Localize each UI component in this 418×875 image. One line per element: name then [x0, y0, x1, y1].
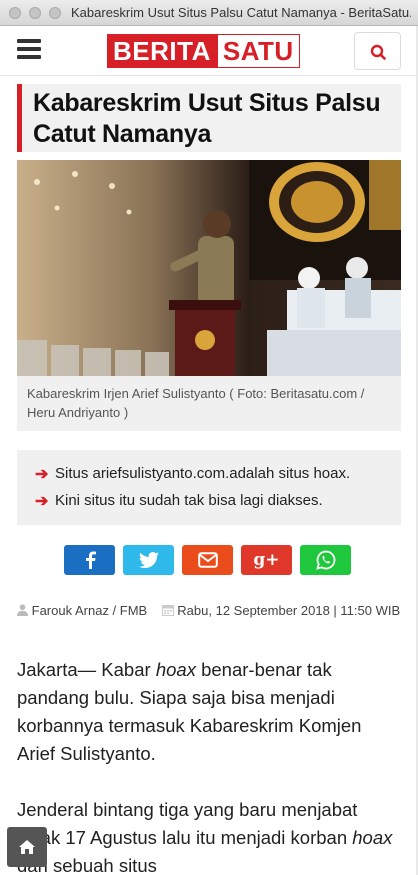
article-date: Rabu, 12 September 2018 | 11:50 WIB: [177, 603, 401, 618]
facebook-icon: [85, 551, 96, 569]
article-paragraph: Jenderal bintang tiga yang baru menjabat…: [17, 796, 401, 875]
window-controls: [9, 6, 61, 19]
home-icon: [19, 840, 35, 854]
share-whatsapp-button[interactable]: [300, 545, 351, 575]
search-button[interactable]: [354, 32, 401, 70]
window-titlebar: Kabareskrim Usut Situs Palsu Catut Naman…: [0, 0, 418, 26]
search-icon: [370, 44, 386, 60]
maximize-window-button[interactable]: [49, 6, 61, 19]
hamburger-icon[interactable]: [17, 39, 41, 59]
article-body: Jakarta— Kabar hoax benar-benar tak pand…: [17, 656, 401, 875]
paragraph-text: Jenderal bintang tiga yang baru menjabat…: [17, 799, 358, 848]
google-plus-icon: g+: [253, 550, 280, 570]
close-window-button[interactable]: [9, 6, 21, 19]
whatsapp-icon: [315, 550, 335, 570]
minimize-window-button[interactable]: [29, 6, 41, 19]
home-button[interactable]: [7, 827, 47, 867]
twitter-icon: [138, 552, 159, 568]
highlight-item: ➔ Situs ariefsulistyanto.com.adalah situ…: [35, 460, 401, 487]
article-title-block: Kabareskrim Usut Situs Palsu Catut Naman…: [17, 84, 401, 152]
share-email-button[interactable]: [182, 545, 233, 575]
site-logo[interactable]: BERITA SATU: [107, 34, 300, 68]
emphasis-text: hoax: [352, 827, 393, 848]
highlight-text: Kini situs itu sudah tak bisa lagi diaks…: [55, 492, 323, 509]
arrow-right-icon: ➔: [35, 465, 49, 483]
logo-text-satu: SATU: [216, 34, 300, 68]
article-highlights: ➔ Situs ariefsulistyanto.com.adalah situ…: [17, 450, 401, 525]
envelope-icon: [197, 552, 218, 568]
article-author[interactable]: Farouk Arnaz / FMB: [32, 603, 148, 618]
share-google-plus-button[interactable]: g+: [241, 545, 292, 575]
logo-text-berita: BERITA: [107, 34, 217, 68]
photo-caption: Kabareskrim Irjen Arief Sulistyanto ( Fo…: [17, 376, 401, 431]
emphasis-text: hoax: [155, 659, 196, 680]
share-facebook-button[interactable]: [64, 545, 115, 575]
article-title: Kabareskrim Usut Situs Palsu Catut Naman…: [33, 89, 381, 148]
paragraph-text: Jakarta— Kabar: [17, 659, 156, 680]
share-twitter-button[interactable]: [123, 545, 174, 575]
window-title: Kabareskrim Usut Situs Palsu Catut Naman…: [71, 5, 411, 20]
article-paragraph: Jakarta— Kabar hoax benar-benar tak pand…: [17, 656, 401, 768]
user-icon: [17, 604, 28, 616]
arrow-right-icon: ➔: [35, 492, 49, 510]
article-meta: Farouk Arnaz / FMB Rabu, 12 September 20…: [17, 598, 401, 623]
highlight-text: Situs ariefsulistyanto.com.adalah situs …: [55, 465, 351, 482]
share-bar: g+: [64, 545, 351, 575]
highlight-item: ➔ Kini situs itu sudah tak bisa lagi dia…: [35, 487, 401, 514]
calendar-icon: [161, 605, 174, 616]
article-photo: [17, 160, 401, 376]
site-header: BERITA SATU: [0, 26, 418, 76]
